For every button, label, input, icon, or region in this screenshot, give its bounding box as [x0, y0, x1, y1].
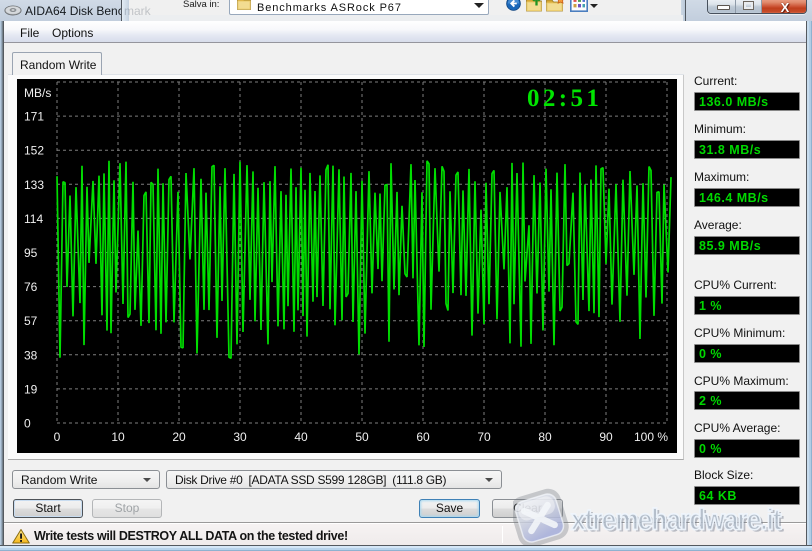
svg-text:90: 90: [599, 430, 613, 444]
svg-text:20: 20: [172, 430, 186, 444]
svg-text:152: 152: [24, 144, 44, 158]
svg-text:50: 50: [355, 430, 369, 444]
svg-text:57: 57: [24, 314, 38, 328]
svg-text:0: 0: [54, 430, 61, 444]
svg-text:100 %: 100 %: [634, 430, 668, 444]
svg-text:95: 95: [24, 246, 38, 260]
svg-text:70: 70: [477, 430, 491, 444]
svg-text:76: 76: [24, 280, 38, 294]
svg-text:38: 38: [24, 348, 38, 362]
svg-text:133: 133: [24, 178, 44, 192]
svg-text:19: 19: [24, 382, 38, 396]
svg-text:80: 80: [538, 430, 552, 444]
svg-text:114: 114: [24, 212, 43, 226]
svg-text:MB/s: MB/s: [24, 86, 51, 100]
svg-text:02:51: 02:51: [527, 85, 602, 112]
svg-text:171: 171: [24, 110, 44, 124]
svg-text:30: 30: [233, 430, 247, 444]
svg-text:60: 60: [416, 430, 430, 444]
svg-text:40: 40: [294, 430, 308, 444]
svg-text:0: 0: [24, 417, 31, 431]
svg-text:10: 10: [111, 430, 125, 444]
